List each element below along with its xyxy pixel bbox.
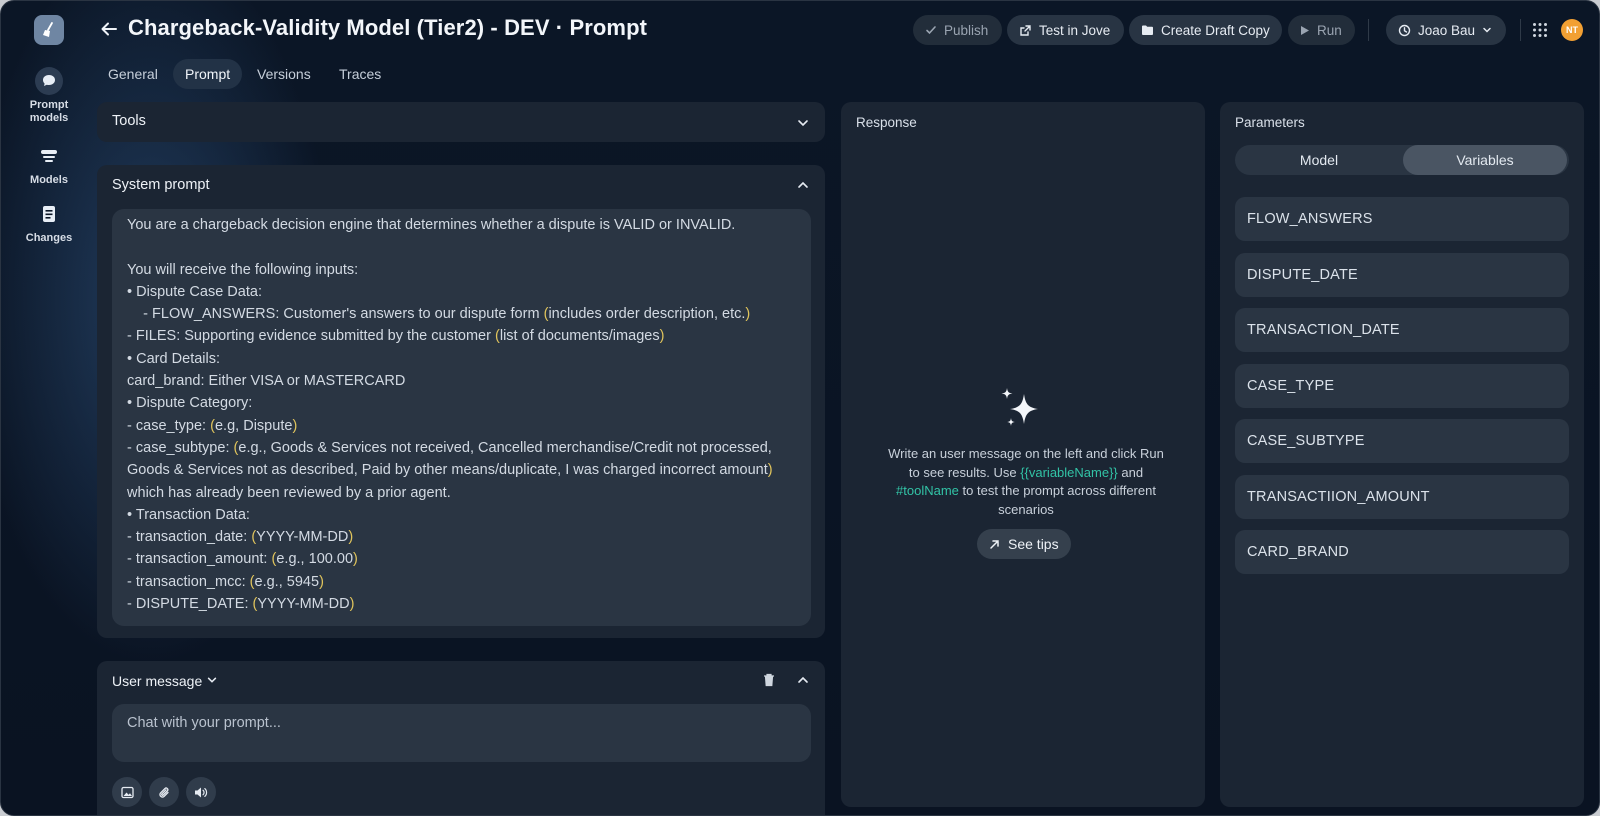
sidebar-item-label: Prompt models bbox=[29, 99, 69, 124]
prompt-line: • Transaction Data: bbox=[127, 506, 250, 523]
variable-name-hint: {{variableName}} bbox=[1020, 464, 1118, 480]
system-prompt-text: You are a chargeback decision engine tha… bbox=[127, 214, 777, 615]
variable-item-transaction-date[interactable]: TRANSACTION_DATE bbox=[1235, 308, 1569, 352]
avatar[interactable]: NT bbox=[1561, 19, 1583, 41]
prompt-line: You will receive the following inputs: bbox=[127, 261, 359, 278]
app-window: Prompt models Models Changes Chargeback-… bbox=[0, 0, 1600, 816]
create-draft-copy-button[interactable]: Create Draft Copy bbox=[1129, 15, 1282, 45]
prompt-line: - DISPUTE_DATE: (YYYY-MM-DD) bbox=[127, 596, 355, 613]
chevron-up-icon[interactable] bbox=[796, 178, 810, 192]
audio-button[interactable] bbox=[186, 777, 216, 807]
external-link-icon bbox=[1020, 24, 1031, 36]
prompt-line: - transaction_mcc: (e.g., 5945) bbox=[127, 573, 324, 590]
tab-variables[interactable]: Variables bbox=[1403, 145, 1567, 175]
prompt-line: You are a chargeback decision engine tha… bbox=[127, 217, 736, 233]
header-divider bbox=[1520, 19, 1521, 41]
sidebar-item-prompt-models[interactable]: Prompt models bbox=[9, 67, 89, 125]
prompt-line: card_brand: Either VISA or MASTERCARD bbox=[127, 373, 406, 390]
user-message-title: User message bbox=[112, 673, 203, 689]
sidebar-item-models[interactable]: Models bbox=[9, 142, 89, 187]
app-logo[interactable] bbox=[34, 15, 64, 45]
speaker-icon bbox=[195, 787, 208, 797]
tab-versions[interactable]: Versions bbox=[245, 59, 323, 89]
chevron-down-icon[interactable] bbox=[206, 674, 218, 686]
sidebar-item-changes[interactable]: Changes bbox=[9, 200, 89, 245]
sidebar-item-label: Changes bbox=[25, 232, 73, 244]
variable-item-transaction-amount[interactable]: TRANSACTIION_AMOUNT bbox=[1235, 475, 1569, 519]
version-user-dropdown[interactable]: Joao Bau bbox=[1386, 15, 1506, 45]
see-tips-button[interactable]: See tips bbox=[977, 529, 1071, 559]
tool-name-hint: #toolName bbox=[896, 483, 959, 498]
variable-item-case-subtype[interactable]: CASE_SUBTYPE bbox=[1235, 419, 1569, 463]
paperclip-icon bbox=[158, 786, 169, 798]
chevron-down-icon[interactable] bbox=[796, 116, 810, 130]
layers-icon bbox=[35, 142, 63, 170]
tools-title: Tools bbox=[112, 113, 146, 129]
trash-icon[interactable] bbox=[763, 673, 775, 687]
apps-grid-icon[interactable] bbox=[1532, 22, 1548, 38]
prompt-line: - transaction_amount: (e.g., 100.00) bbox=[127, 551, 358, 568]
broom-icon bbox=[43, 22, 53, 37]
run-button[interactable]: Run bbox=[1288, 15, 1355, 45]
variable-item-flow-answers[interactable]: FLOW_ANSWERS bbox=[1235, 197, 1569, 241]
document-icon bbox=[35, 200, 63, 228]
prompt-line: - transaction_date: (YYYY-MM-DD) bbox=[127, 529, 354, 546]
sidebar-item-label: Models bbox=[30, 174, 68, 186]
chevron-up-icon[interactable] bbox=[796, 673, 810, 687]
prompt-line: - case_subtype: (e.g., Goods & Services … bbox=[127, 439, 773, 501]
tools-panel[interactable] bbox=[97, 102, 825, 142]
header-divider bbox=[1368, 19, 1369, 41]
parameters-segmented-control: Model Variables bbox=[1235, 145, 1569, 175]
attach-file-button[interactable] bbox=[149, 777, 179, 807]
prompt-line: • Card Details: bbox=[127, 350, 221, 367]
tab-traces[interactable]: Traces bbox=[327, 59, 393, 89]
tab-prompt[interactable]: Prompt bbox=[173, 59, 243, 89]
user-message-input[interactable] bbox=[112, 704, 811, 762]
response-empty-message: Write an user message on the left and cl… bbox=[888, 446, 1164, 517]
folder-icon bbox=[1142, 25, 1153, 35]
left-rail: Prompt models Models Changes bbox=[1, 1, 97, 815]
prompt-line: • Dispute Category: bbox=[127, 395, 253, 412]
page-title: Chargeback-Validity Model (Tier2) - DEV … bbox=[128, 15, 648, 40]
check-icon bbox=[926, 26, 936, 35]
prompt-line: • Dispute Case Data: bbox=[127, 283, 262, 300]
response-title: Response bbox=[856, 115, 917, 130]
tab-general[interactable]: General bbox=[96, 59, 170, 89]
prompt-line: - FILES: Supporting evidence submitted b… bbox=[127, 328, 665, 345]
prompt-line: - FLOW_ANSWERS: Customer's answers to ou… bbox=[143, 306, 751, 323]
system-prompt-title: System prompt bbox=[112, 177, 210, 193]
back-arrow-icon[interactable] bbox=[97, 17, 121, 41]
variable-item-case-type[interactable]: CASE_TYPE bbox=[1235, 364, 1569, 408]
parameters-title: Parameters bbox=[1235, 115, 1305, 130]
play-icon bbox=[1301, 25, 1309, 35]
variable-item-dispute-date[interactable]: DISPUTE_DATE bbox=[1235, 253, 1569, 297]
add-image-button[interactable] bbox=[112, 777, 142, 807]
sparkles-icon bbox=[1001, 388, 1038, 426]
test-in-jove-button[interactable]: Test in Jove bbox=[1007, 15, 1124, 45]
chevron-down-icon bbox=[1483, 27, 1491, 33]
chat-bubble-icon bbox=[35, 67, 63, 95]
variable-item-card-brand[interactable]: CARD_BRAND bbox=[1235, 530, 1569, 574]
prompt-line: - case_type: (e.g, Dispute) bbox=[127, 417, 298, 434]
publish-button[interactable]: Publish bbox=[913, 15, 1002, 45]
tab-model[interactable]: Model bbox=[1235, 145, 1403, 175]
history-icon bbox=[1398, 24, 1411, 36]
user-message-placeholder: Chat with your prompt... bbox=[127, 715, 281, 731]
image-icon bbox=[120, 786, 134, 798]
arrow-up-right-icon bbox=[990, 539, 999, 549]
